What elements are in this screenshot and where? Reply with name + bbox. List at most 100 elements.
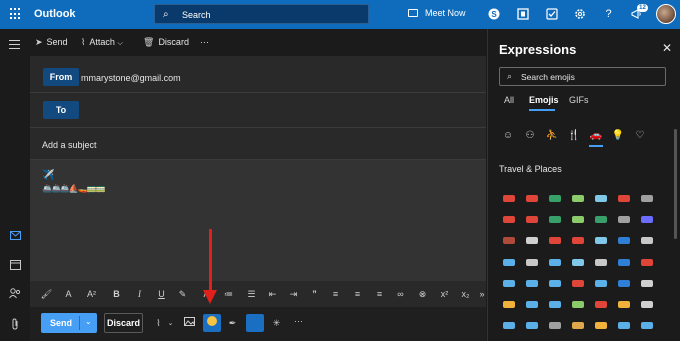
more-icon[interactable]: » (478, 288, 486, 301)
emoji-item[interactable] (567, 294, 590, 315)
scrollbar[interactable] (674, 129, 677, 239)
emoji-item[interactable] (498, 315, 521, 336)
emoji-item[interactable] (635, 294, 658, 315)
highlight-icon[interactable]: ✎ (176, 288, 189, 301)
emoji-item[interactable] (521, 336, 544, 341)
people-icon[interactable]: ⚇ (523, 129, 537, 143)
emoji-item[interactable] (612, 336, 635, 341)
attachment-icon[interactable] (9, 318, 21, 330)
emoji-item[interactable] (521, 188, 544, 209)
underline-icon[interactable]: U (155, 288, 168, 301)
symbols-icon[interactable]: ♡ (633, 129, 647, 143)
emoji-item[interactable] (521, 294, 544, 315)
meet-now-button[interactable]: Meet Now (408, 8, 466, 18)
emoji-item[interactable] (612, 273, 635, 294)
mail-icon[interactable] (9, 231, 21, 243)
emoji-item[interactable] (498, 336, 521, 341)
sparkle-icon[interactable]: ✳ (270, 317, 283, 330)
emoji-item[interactable] (567, 188, 590, 209)
to-button[interactable]: To (43, 101, 79, 119)
align-center-icon[interactable]: ≡ (351, 288, 364, 301)
decrease-indent-icon[interactable]: ⇤ (266, 288, 279, 301)
emoji-item[interactable] (635, 273, 658, 294)
emoji-item[interactable] (590, 188, 613, 209)
quote-icon[interactable]: ” (308, 288, 321, 301)
font-size-icon[interactable]: A (62, 288, 75, 301)
link-icon[interactable]: ∞ (394, 288, 407, 301)
emoji-item[interactable] (498, 209, 521, 230)
emoji-item[interactable] (635, 230, 658, 251)
emoji-item[interactable] (635, 336, 658, 341)
attach-command[interactable]: ⌇ Attach ⌵ (81, 37, 123, 48)
bold-icon[interactable]: B (110, 288, 123, 301)
remove-link-icon[interactable]: ⊗ (416, 288, 429, 301)
subscript-icon[interactable]: x₂ (459, 288, 472, 301)
discard-button[interactable]: Discard (104, 313, 143, 333)
format-painter-icon[interactable]: 🖌 (40, 288, 53, 301)
search-box[interactable]: ⌕ Search (154, 4, 369, 24)
superscript-icon[interactable]: x² (438, 288, 451, 301)
emoji-item[interactable] (544, 230, 567, 251)
skype-icon[interactable]: S (487, 8, 500, 21)
from-button[interactable]: From (43, 68, 79, 86)
emoji-item[interactable] (590, 315, 613, 336)
message-body[interactable]: ✈️ 🚢🚢🚢⛵🚤🚃🚃 (30, 160, 486, 281)
emoji-item[interactable] (521, 273, 544, 294)
emoji-item[interactable] (590, 294, 613, 315)
emoji-item[interactable] (635, 252, 658, 273)
calendar-icon[interactable] (9, 259, 21, 271)
emoji-item[interactable] (590, 209, 613, 230)
emoji-item[interactable] (590, 230, 613, 251)
emoji-item[interactable] (498, 188, 521, 209)
emoji-item[interactable] (498, 230, 521, 251)
travel-icon[interactable]: 🚗 (589, 129, 603, 143)
todo-icon[interactable] (545, 8, 558, 21)
align-left-icon[interactable]: ≡ (329, 288, 342, 301)
italic-icon[interactable]: I (133, 288, 146, 301)
emoji-item[interactable] (635, 209, 658, 230)
subject-input[interactable]: Add a subject (42, 140, 97, 150)
avatar[interactable] (656, 4, 676, 24)
emoji-item[interactable] (612, 230, 635, 251)
emoji-item[interactable] (612, 252, 635, 273)
emoji-item[interactable] (635, 188, 658, 209)
pen-icon[interactable]: ✒ (226, 317, 239, 330)
emoji-item[interactable] (544, 294, 567, 315)
tab-gifs[interactable]: GIFs (569, 95, 589, 105)
emoji-item[interactable] (567, 273, 590, 294)
tab-all[interactable]: All (504, 95, 514, 105)
emoji-item[interactable] (521, 209, 544, 230)
bullets-icon[interactable]: ≔ (222, 288, 235, 301)
emoji-button[interactable] (203, 314, 221, 332)
food-icon[interactable]: 🍴 (567, 129, 581, 143)
waffle-icon[interactable] (10, 8, 22, 20)
emoji-item[interactable] (590, 273, 613, 294)
send-button[interactable]: Send ⌄ (41, 313, 97, 333)
app-brand[interactable]: Outlook (34, 8, 76, 20)
send-command[interactable]: ➤ Send (35, 37, 68, 48)
close-icon[interactable]: ✕ (662, 41, 672, 55)
emoji-item[interactable] (498, 273, 521, 294)
emoji-item[interactable] (498, 252, 521, 273)
emoji-item[interactable] (521, 315, 544, 336)
emoji-item[interactable] (612, 315, 635, 336)
numbering-icon[interactable]: ☰ (245, 288, 258, 301)
office-icon[interactable] (516, 8, 529, 21)
emoji-item[interactable] (612, 294, 635, 315)
menu-icon[interactable] (9, 40, 20, 51)
emoji-item[interactable] (567, 336, 590, 341)
emoji-item[interactable] (544, 315, 567, 336)
objects-icon[interactable]: 💡 (611, 129, 625, 143)
emoji-item[interactable] (544, 209, 567, 230)
chevron-down-icon[interactable]: ⌄ (85, 317, 92, 326)
emoji-item[interactable] (635, 315, 658, 336)
emoji-item[interactable] (567, 252, 590, 273)
more-command[interactable]: ··· (200, 37, 209, 47)
emoji-item[interactable] (612, 188, 635, 209)
chevron-down-icon[interactable]: ⌄ (164, 317, 177, 330)
emoji-item[interactable] (612, 209, 635, 230)
emoji-item[interactable] (544, 336, 567, 341)
discard-command[interactable]: 🗑 Discard (143, 37, 189, 48)
emoji-item[interactable] (521, 252, 544, 273)
image-icon[interactable] (183, 317, 196, 330)
